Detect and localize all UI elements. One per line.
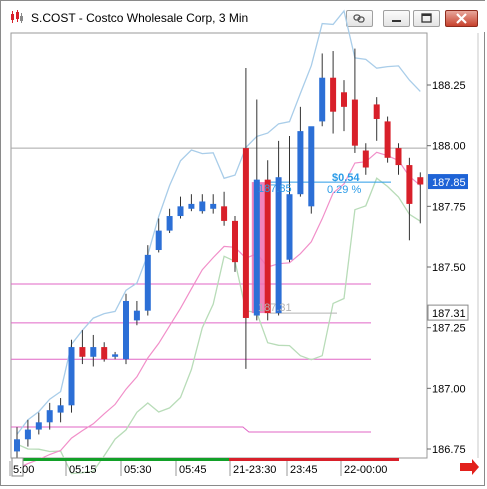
candle-body[interactable]: [275, 177, 282, 314]
candle-body[interactable]: [264, 179, 271, 314]
candle-body[interactable]: [362, 150, 369, 168]
candle-body[interactable]: [123, 300, 129, 360]
candle-body[interactable]: [395, 148, 402, 166]
time-axis[interactable]: 5:00 05:15 05:30 05:45 21-23:30 23:45 22-00:00: [9, 457, 399, 477]
candle-body[interactable]: [297, 131, 304, 195]
session-bar-regular: [17, 458, 229, 461]
y-tick-label: 188.25: [432, 80, 466, 92]
price-chart[interactable]: 187.85 187.31 $0.54 0.29 % 188.25188.001…: [1, 1, 487, 489]
price-axis[interactable]: 188.25 188.00 187.75 187.50 187.25 187.00 186.…: [427, 80, 469, 456]
candle[interactable]: [384, 116, 391, 163]
chart-window: S.COST - Costco Wholesale Corp, 3 Min 18…: [0, 0, 487, 489]
candle-body[interactable]: [90, 347, 97, 357]
y-tick-label: 188.00: [432, 141, 466, 153]
candle-body[interactable]: [351, 99, 358, 146]
x-tick-label: 21-23:30: [233, 464, 276, 476]
candle-body[interactable]: [144, 254, 151, 311]
y-tick-label: 187.00: [432, 383, 466, 395]
measure-percent: 0.29 %: [327, 184, 361, 196]
candle-body[interactable]: [210, 203, 217, 209]
candle-body[interactable]: [57, 405, 64, 413]
candle-body[interactable]: [221, 206, 228, 221]
candle-body[interactable]: [417, 177, 424, 185]
y-tick-label: 187.25: [432, 323, 466, 335]
measure-end-price: 187.85: [258, 183, 292, 195]
candle-body[interactable]: [177, 206, 184, 217]
x-tick-label: 05:45: [179, 464, 207, 476]
candle-body[interactable]: [199, 201, 206, 212]
marker-price-label: 187.31: [432, 308, 466, 320]
candle-body[interactable]: [232, 220, 238, 263]
x-tick-label: 05:30: [124, 464, 152, 476]
candle-body[interactable]: [286, 194, 293, 260]
candle-body[interactable]: [24, 429, 31, 440]
candle-body[interactable]: [330, 77, 337, 112]
x-tick-label: 05:15: [69, 464, 97, 476]
y-tick-label: 186.75: [432, 444, 466, 456]
candle-body[interactable]: [14, 439, 20, 452]
y-tick-label: 187.75: [432, 201, 466, 213]
candle[interactable]: [308, 126, 315, 214]
candle-body[interactable]: [35, 422, 42, 430]
candle-body[interactable]: [166, 216, 173, 231]
candle-body[interactable]: [68, 347, 75, 406]
candle-body[interactable]: [101, 347, 108, 360]
measure-start-price: 187.31: [258, 302, 292, 314]
candle-body[interactable]: [406, 165, 413, 204]
x-tick-label: 22-00:00: [344, 464, 387, 476]
x-tick-label: 5:00: [13, 464, 34, 476]
candle[interactable]: [144, 245, 151, 316]
candle-body[interactable]: [155, 230, 162, 251]
candle-body[interactable]: [79, 347, 86, 357]
candle[interactable]: [123, 293, 129, 365]
candle-body[interactable]: [133, 310, 140, 321]
scroll-right-arrow-icon: [460, 459, 479, 475]
scroll-right-button[interactable]: [460, 459, 479, 475]
last-price-label: 187.85: [432, 177, 466, 189]
measure-change: $0.54: [332, 172, 360, 184]
candle-body[interactable]: [341, 92, 347, 107]
candle-body[interactable]: [319, 77, 326, 122]
candle-body[interactable]: [253, 179, 260, 316]
candle[interactable]: [68, 339, 75, 413]
candle-body[interactable]: [188, 203, 195, 209]
candle-body[interactable]: [384, 121, 391, 158]
candle-body[interactable]: [46, 410, 53, 423]
y-tick-label: 187.50: [432, 262, 466, 274]
candle-body[interactable]: [112, 354, 119, 357]
candle-body[interactable]: [308, 126, 315, 207]
candle-body[interactable]: [373, 104, 380, 119]
session-bar-extended: [229, 458, 399, 461]
candle-body[interactable]: [242, 148, 249, 318]
x-tick-label: 23:45: [290, 464, 318, 476]
